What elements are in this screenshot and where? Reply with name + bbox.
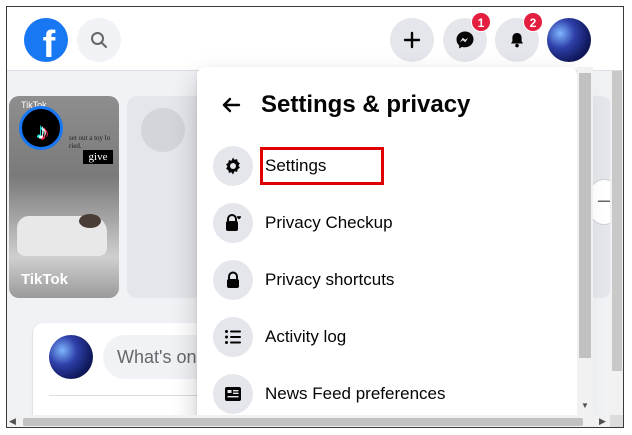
panel-scrollbar-thumb[interactable] bbox=[579, 73, 591, 358]
menu-item-label: Privacy Checkup bbox=[265, 213, 393, 232]
messenger-button[interactable]: 1 bbox=[443, 12, 491, 62]
facebook-logo[interactable]: f bbox=[24, 18, 68, 62]
scroll-right-arrow-icon[interactable]: ▶ bbox=[599, 416, 606, 427]
menu-item-label: News Feed preferences bbox=[265, 384, 446, 403]
search-icon bbox=[91, 32, 107, 48]
page-vertical-scrollbar-thumb[interactable] bbox=[612, 71, 622, 371]
bell-icon bbox=[511, 33, 523, 48]
menu-item-label: Privacy shortcuts bbox=[265, 270, 395, 289]
menu-item-activity-log[interactable]: Activity log bbox=[213, 315, 553, 359]
lock-icon bbox=[213, 260, 253, 300]
notifications-button[interactable]: 2 bbox=[495, 12, 543, 62]
back-button[interactable] bbox=[213, 87, 249, 123]
menu-item-label: Activity log bbox=[265, 327, 347, 346]
search-button[interactable] bbox=[77, 18, 121, 62]
account-avatar-button[interactable] bbox=[547, 18, 591, 62]
create-button[interactable] bbox=[390, 18, 434, 62]
settings-privacy-menu: Settings & privacy Settings Privacy Chec… bbox=[197, 67, 577, 427]
messenger-icon bbox=[456, 31, 474, 49]
menu-item-privacy-checkup[interactable]: Privacy Checkup bbox=[213, 201, 553, 245]
scrollbar-corner bbox=[610, 415, 623, 427]
arrow-left-icon bbox=[222, 97, 241, 113]
menu-item-privacy-shortcuts[interactable]: Privacy shortcuts bbox=[213, 258, 553, 302]
top-navigation-bar: f 1 2 bbox=[7, 7, 623, 71]
tiktok-logo-icon-main: ♪ bbox=[37, 119, 48, 144]
story-placeholder-avatar bbox=[141, 108, 185, 152]
panel-scroll-down-arrow-icon[interactable]: ▼ bbox=[579, 400, 591, 412]
notifications-badge: 2 bbox=[523, 12, 543, 32]
tiktok-avatar: ♪ ♪ ♪ bbox=[19, 106, 63, 150]
gear-icon bbox=[213, 146, 253, 186]
panel-title: Settings & privacy bbox=[261, 91, 471, 118]
story-card-tiktok[interactable]: TikTok set out a toy lo ried. give ♪ ♪ ♪… bbox=[9, 96, 119, 298]
lock-heart-icon bbox=[213, 203, 253, 243]
story-image-person bbox=[79, 214, 101, 228]
menu-item-news-feed-preferences[interactable]: News Feed preferences bbox=[213, 372, 553, 416]
scroll-left-arrow-icon[interactable]: ◀ bbox=[9, 416, 16, 427]
list-icon bbox=[213, 317, 253, 357]
browser-viewport: f 1 2 TikTok set out a toy lo ried. give… bbox=[6, 6, 624, 428]
facebook-logo-letter: f bbox=[42, 24, 56, 62]
story-name: TikTok bbox=[21, 271, 68, 288]
news-feed-icon bbox=[213, 374, 253, 414]
page-horizontal-scrollbar-thumb[interactable] bbox=[23, 418, 583, 426]
messenger-badge: 1 bbox=[471, 12, 491, 32]
panel-header: Settings & privacy bbox=[213, 85, 470, 125]
avatar bbox=[49, 335, 93, 379]
story-caption: set out a toy lo ried. bbox=[69, 134, 111, 150]
story-tag: give bbox=[83, 150, 113, 164]
plus-icon bbox=[403, 31, 421, 49]
settings-highlight-box bbox=[260, 147, 384, 185]
